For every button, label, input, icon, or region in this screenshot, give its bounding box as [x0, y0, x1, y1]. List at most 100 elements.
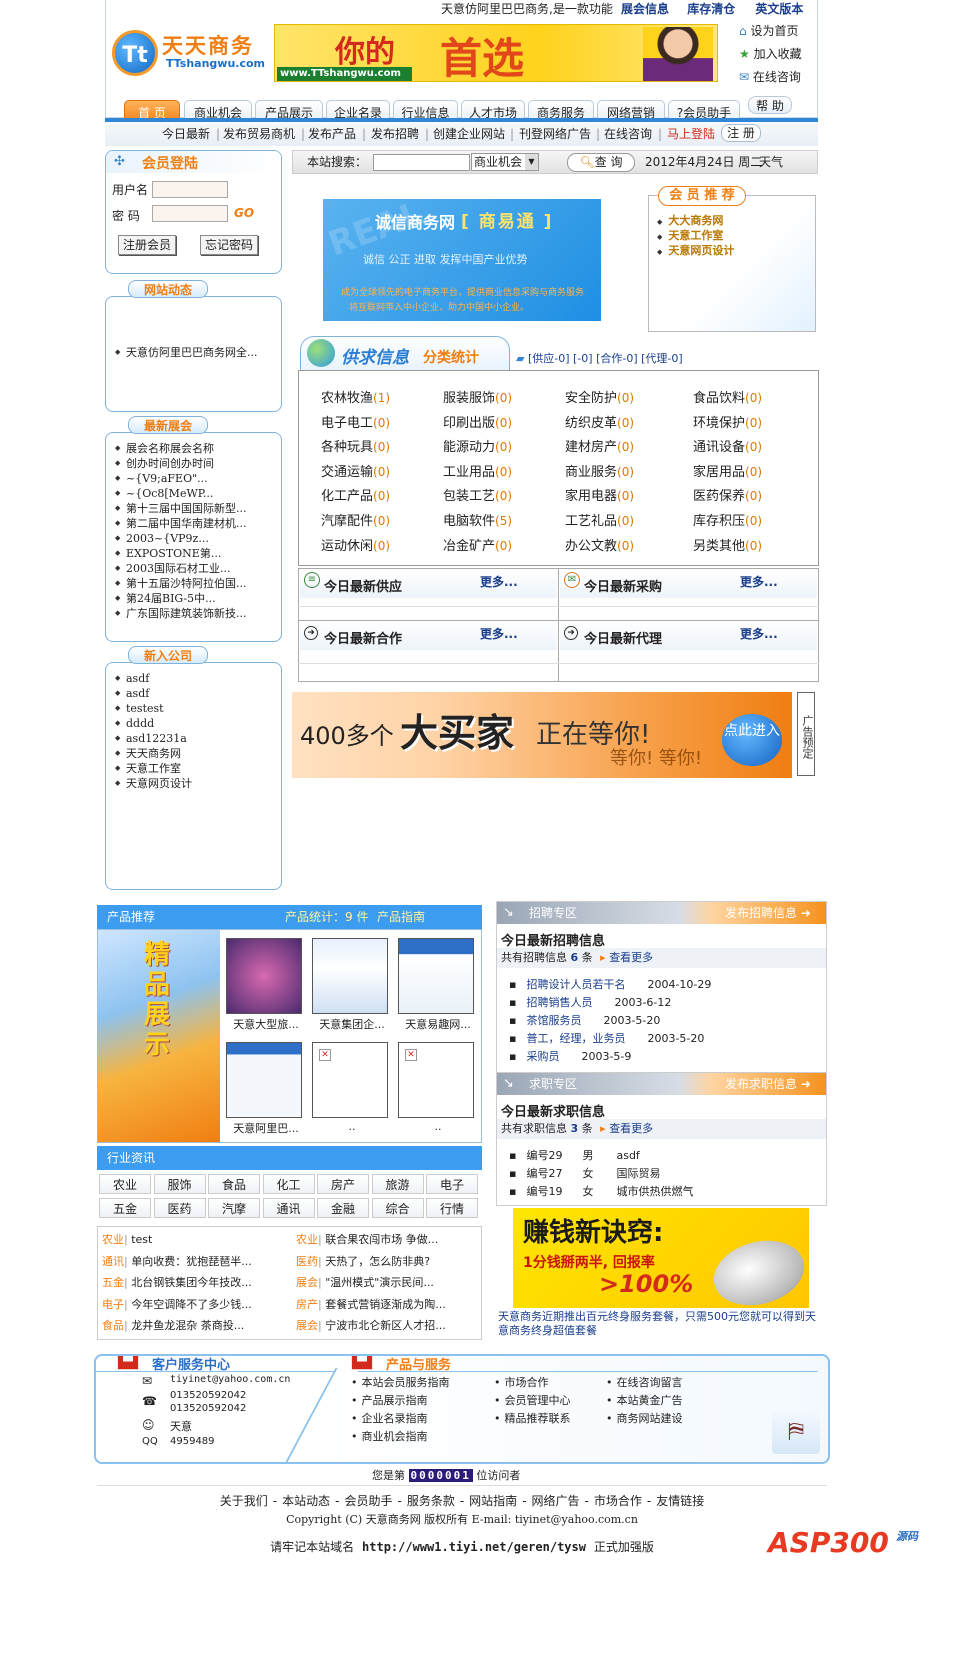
latest-supply-more[interactable]: 更多... — [480, 573, 518, 590]
category-link[interactable]: 食品饮料(0) — [693, 387, 762, 406]
industry-news-item[interactable]: 展会| "温州模式"演示民间... — [296, 1274, 481, 1290]
latest-agent-more[interactable]: 更多... — [740, 625, 778, 642]
company-item[interactable]: 天天商务网 — [114, 746, 274, 761]
post-job-link[interactable]: 发布招聘信息 ➜ — [725, 902, 811, 924]
product-caption[interactable]: 天意阿里巴... — [226, 1120, 306, 1136]
login-go-button[interactable]: GO — [234, 206, 254, 220]
company-item[interactable]: 天意工作室 — [114, 761, 274, 776]
banner-enter-button[interactable]: 点此进入 — [722, 714, 782, 766]
recommended-member[interactable]: ◆ 大大商务网 — [657, 214, 734, 229]
footer-link[interactable]: 网站指南 — [469, 1494, 517, 1508]
product-thumbnail[interactable] — [226, 938, 302, 1014]
job-item[interactable]: ▪ 采购员 2003-5-9 — [509, 1048, 819, 1064]
category-link[interactable]: 医药保养(0) — [693, 485, 762, 504]
products-guide-link[interactable]: 产品指南 — [377, 905, 425, 929]
service-link[interactable]: • 市场合作 — [494, 1374, 571, 1392]
industry-tag[interactable]: 化工 — [262, 1174, 315, 1194]
footer-link[interactable]: 网络广告 — [532, 1494, 580, 1508]
exhibition-item[interactable]: 2003~{VP9z... — [114, 531, 274, 546]
service-link[interactable]: • 产品展示指南 — [351, 1392, 450, 1410]
search-category-select[interactable]: 商业机会 ▼ — [471, 153, 539, 171]
supply-stats[interactable]: ▰ [供应-0] [-0] [合作-0] [代理-0] — [516, 350, 683, 366]
service-link[interactable]: • 商务网站建设 — [606, 1410, 683, 1428]
subnav-post-job[interactable]: 发布招聘 — [371, 122, 419, 146]
category-link[interactable]: 包装工艺(0) — [443, 485, 512, 504]
industry-tag[interactable]: 五金 — [99, 1198, 151, 1218]
register-button[interactable]: 注册会员 — [118, 235, 176, 255]
category-link[interactable]: 工艺礼品(0) — [565, 510, 634, 529]
subnav-login[interactable]: 马上登陆 — [667, 122, 715, 146]
product-caption[interactable]: 天意集团企... — [312, 1016, 392, 1032]
money-ad[interactable]: 赚钱新诀窍: 1分钱掰两半, 回报率 >100% — [513, 1208, 809, 1308]
footer-link[interactable]: 本站动态 — [282, 1494, 330, 1508]
industry-tag[interactable]: 金融 — [317, 1198, 369, 1218]
product-caption[interactable]: 天意易趣网... — [398, 1016, 478, 1032]
company-item[interactable]: dddd — [114, 716, 274, 731]
service-link[interactable]: • 企业名录指南 — [351, 1410, 450, 1428]
subnav-consult[interactable]: 在线咨询 — [604, 122, 652, 146]
category-link[interactable]: 服装服饰(0) — [443, 387, 512, 406]
service-email[interactable]: tiyinet@yahoo.com.cn — [170, 1374, 290, 1385]
industry-tag[interactable]: 房产 — [317, 1174, 369, 1194]
category-link[interactable]: 环境保护(0) — [693, 412, 762, 431]
service-link[interactable]: • 在线咨询留言 — [606, 1374, 683, 1392]
top-link-stock[interactable]: 库存清仓 — [687, 2, 735, 16]
industry-news-item[interactable]: 农业| test — [102, 1231, 290, 1247]
category-link[interactable]: 农林牧渔(1) — [321, 387, 390, 406]
industry-news-item[interactable]: 五金| 北台钢铁集团今年技改... — [102, 1274, 290, 1290]
category-link[interactable]: 交通运输(0) — [321, 461, 390, 480]
product-thumbnail[interactable]: ✕ — [398, 1042, 474, 1118]
industry-tag[interactable]: 食品 — [208, 1174, 260, 1194]
category-link[interactable]: 纺织皮革(0) — [565, 412, 634, 431]
exhibition-item[interactable]: 广东国际建筑装饰新技... — [114, 606, 274, 621]
promo-banner[interactable]: REAL 诚信商务网 [ 商易通 ] 诚信 公正 进取 发挥中国产业优势 成为全… — [323, 199, 601, 321]
ad-reserve-tab[interactable]: 广告预定 — [797, 692, 815, 776]
category-link[interactable]: 工业用品(0) — [443, 461, 512, 480]
industry-news-item[interactable]: 通讯| 单向收费：犹抱琵琶半... — [102, 1253, 290, 1269]
recommended-member[interactable]: ◆ 天意工作室 — [657, 229, 734, 244]
latest-purchase-more[interactable]: 更多... — [740, 573, 778, 590]
exhibition-item[interactable]: 2003国际石材工业... — [114, 561, 274, 576]
exhibition-item[interactable]: 第二届中国华南建材机... — [114, 516, 274, 531]
seeker-item[interactable]: ▪ 编号27 女国际贸易 — [509, 1165, 819, 1181]
category-link[interactable]: 化工产品(0) — [321, 485, 390, 504]
category-link[interactable]: 另类其他(0) — [693, 535, 762, 554]
category-link[interactable]: 各种玩具(0) — [321, 436, 390, 455]
industry-tag[interactable]: 医药 — [153, 1198, 206, 1218]
forgot-password-button[interactable]: 忘记密码 — [200, 235, 258, 255]
industry-news-item[interactable]: 电子| 今年空调降不了多少钱... — [102, 1296, 290, 1312]
category-link[interactable]: 家用电器(0) — [565, 485, 634, 504]
footer-link[interactable]: 市场合作 — [594, 1494, 642, 1508]
nav-help[interactable]: 帮 助 — [748, 96, 792, 114]
company-item[interactable]: testest — [114, 701, 274, 716]
industry-tag[interactable]: 汽摩 — [208, 1198, 260, 1218]
exhibition-item[interactable]: ~{V9;aFEO"... — [114, 471, 274, 486]
exhibition-item[interactable]: 第十五届沙特阿拉伯国... — [114, 576, 274, 591]
industry-news-item[interactable]: 食品| 龙井鱼龙混杂 茶商投... — [102, 1317, 290, 1333]
exhibition-item[interactable]: 创办时间创办时间 — [114, 456, 274, 471]
exhibition-item[interactable]: 展会名称展会名称 — [114, 441, 274, 456]
industry-news-item[interactable]: 农业| 联合果农闯市场 争做... — [296, 1231, 481, 1247]
product-caption[interactable]: 天意大型旅... — [226, 1016, 306, 1032]
service-link[interactable]: • 会员管理中心 — [494, 1392, 571, 1410]
category-link[interactable]: 建材房产(0) — [565, 436, 634, 455]
industry-news-item[interactable]: 房产| 套餐式营销逐渐成为陶... — [296, 1296, 481, 1312]
category-link[interactable]: 安全防护(0) — [565, 387, 634, 406]
post-resume-link[interactable]: 发布求职信息 ➜ — [725, 1073, 811, 1095]
product-thumbnail[interactable] — [226, 1042, 302, 1118]
category-link[interactable]: 通讯设备(0) — [693, 436, 762, 455]
industry-news-item[interactable]: 展会| 宁波市北仑新区人才招... — [296, 1317, 481, 1333]
exhibition-item[interactable]: 第十三届中国国际新型... — [114, 501, 274, 516]
industry-tag[interactable]: 通讯 — [262, 1198, 315, 1218]
industry-tag[interactable]: 服饰 — [153, 1174, 206, 1194]
service-link[interactable]: • 本站会员服务指南 — [351, 1374, 450, 1392]
company-item[interactable]: asdf — [114, 671, 274, 686]
category-link[interactable]: 运动休闲(0) — [321, 535, 390, 554]
industry-tag[interactable]: 农业 — [99, 1174, 151, 1194]
job-item[interactable]: ▪ 茶馆服务员 2003-5-20 — [509, 1012, 819, 1028]
latest-cooperation-more[interactable]: 更多... — [480, 625, 518, 642]
industry-news-item[interactable]: 医药| 天热了，怎么防非典? — [296, 1253, 481, 1269]
header-banner[interactable]: 你的 首选 www.TTshangwu.com — [274, 24, 718, 82]
seekers-more-link[interactable]: 查看更多 — [609, 1122, 653, 1135]
big-buyer-banner[interactable]: 400多个 大买家 正在等你! 等你! 等你! 点此进入 — [292, 692, 792, 778]
